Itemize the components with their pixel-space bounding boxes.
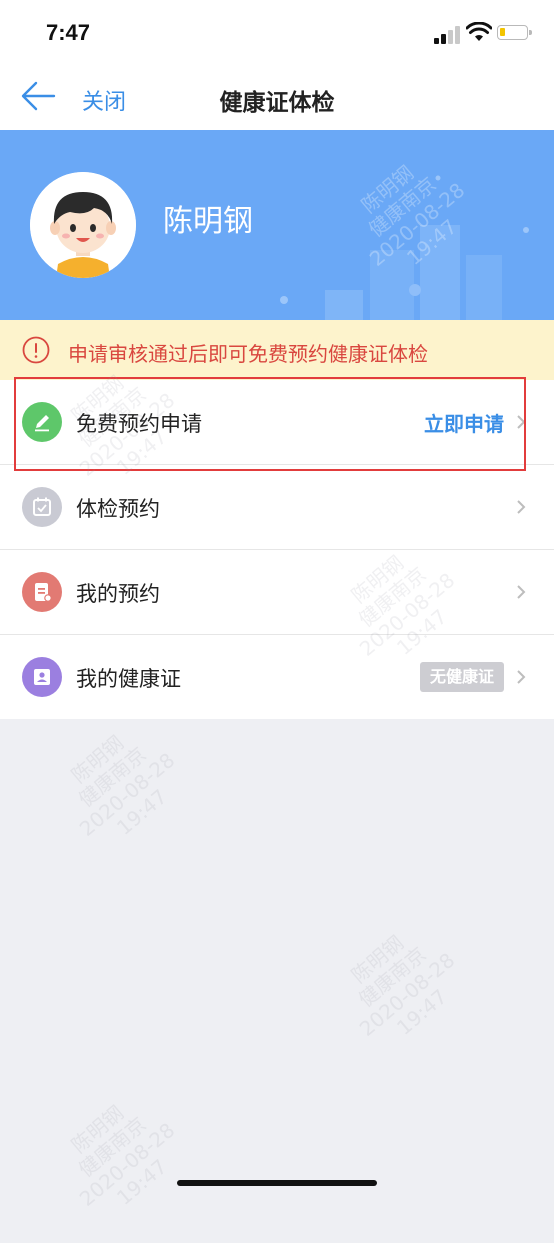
menu-list: 免费预约申请 立即申请 体检预约 我的预约 我的健康证 无健康证: [0, 380, 554, 719]
menu-item-checkup-appointment[interactable]: 体检预约: [0, 465, 554, 550]
profile-banner: 陈明钢 陈明钢 健康南京 2020-08-28 19:47: [0, 130, 554, 320]
menu-item-my-appointments[interactable]: 我的预约: [0, 550, 554, 635]
menu-item-label: 免费预约申请: [76, 412, 202, 436]
cellular-signal-icon: [434, 24, 462, 44]
page-title: 健康证体检: [219, 90, 335, 116]
menu-item-label: 我的健康证: [76, 667, 181, 691]
wifi-icon: [466, 22, 492, 41]
document-icon: [22, 572, 62, 612]
status-bar: 7:47: [0, 0, 554, 64]
watermark: 陈明钢 健康南京 2020-08-28 19:47: [66, 1100, 180, 1211]
id-card-icon: [22, 657, 62, 697]
watermark: 陈明钢 健康南京 2020-08-28 19:47: [346, 930, 460, 1041]
calendar-icon: [22, 487, 62, 527]
menu-item-label: 我的预约: [76, 582, 160, 606]
menu-item-my-health-certificate[interactable]: 我的健康证 无健康证: [0, 635, 554, 719]
pencil-icon: [22, 402, 62, 442]
status-badge: 无健康证: [419, 662, 504, 692]
alert-circle-icon: [22, 336, 50, 364]
notice-text: 申请审核通过后即可免费预约健康证体检: [68, 342, 428, 366]
apply-now-link[interactable]: 立即申请: [424, 408, 504, 437]
avatar: [30, 172, 136, 278]
status-time: 7:47: [46, 20, 91, 45]
boy-avatar-icon: [30, 172, 136, 278]
battery-icon: [497, 25, 532, 40]
home-indicator[interactable]: [177, 1180, 377, 1186]
menu-item-free-appointment-application[interactable]: 免费预约申请 立即申请: [0, 380, 554, 465]
menu-item-label: 体检预约: [76, 497, 160, 521]
navigation-bar: 关闭 健康证体检: [0, 64, 554, 130]
chevron-right-icon: [517, 500, 526, 514]
watermark: 陈明钢 健康南京 2020-08-28 19:47: [66, 730, 180, 841]
chevron-right-icon: [517, 670, 526, 684]
user-name: 陈明钢: [163, 204, 253, 239]
notice-bar: 申请审核通过后即可免费预约健康证体检: [0, 320, 554, 380]
chevron-right-icon: [517, 415, 526, 429]
chevron-right-icon: [517, 585, 526, 599]
